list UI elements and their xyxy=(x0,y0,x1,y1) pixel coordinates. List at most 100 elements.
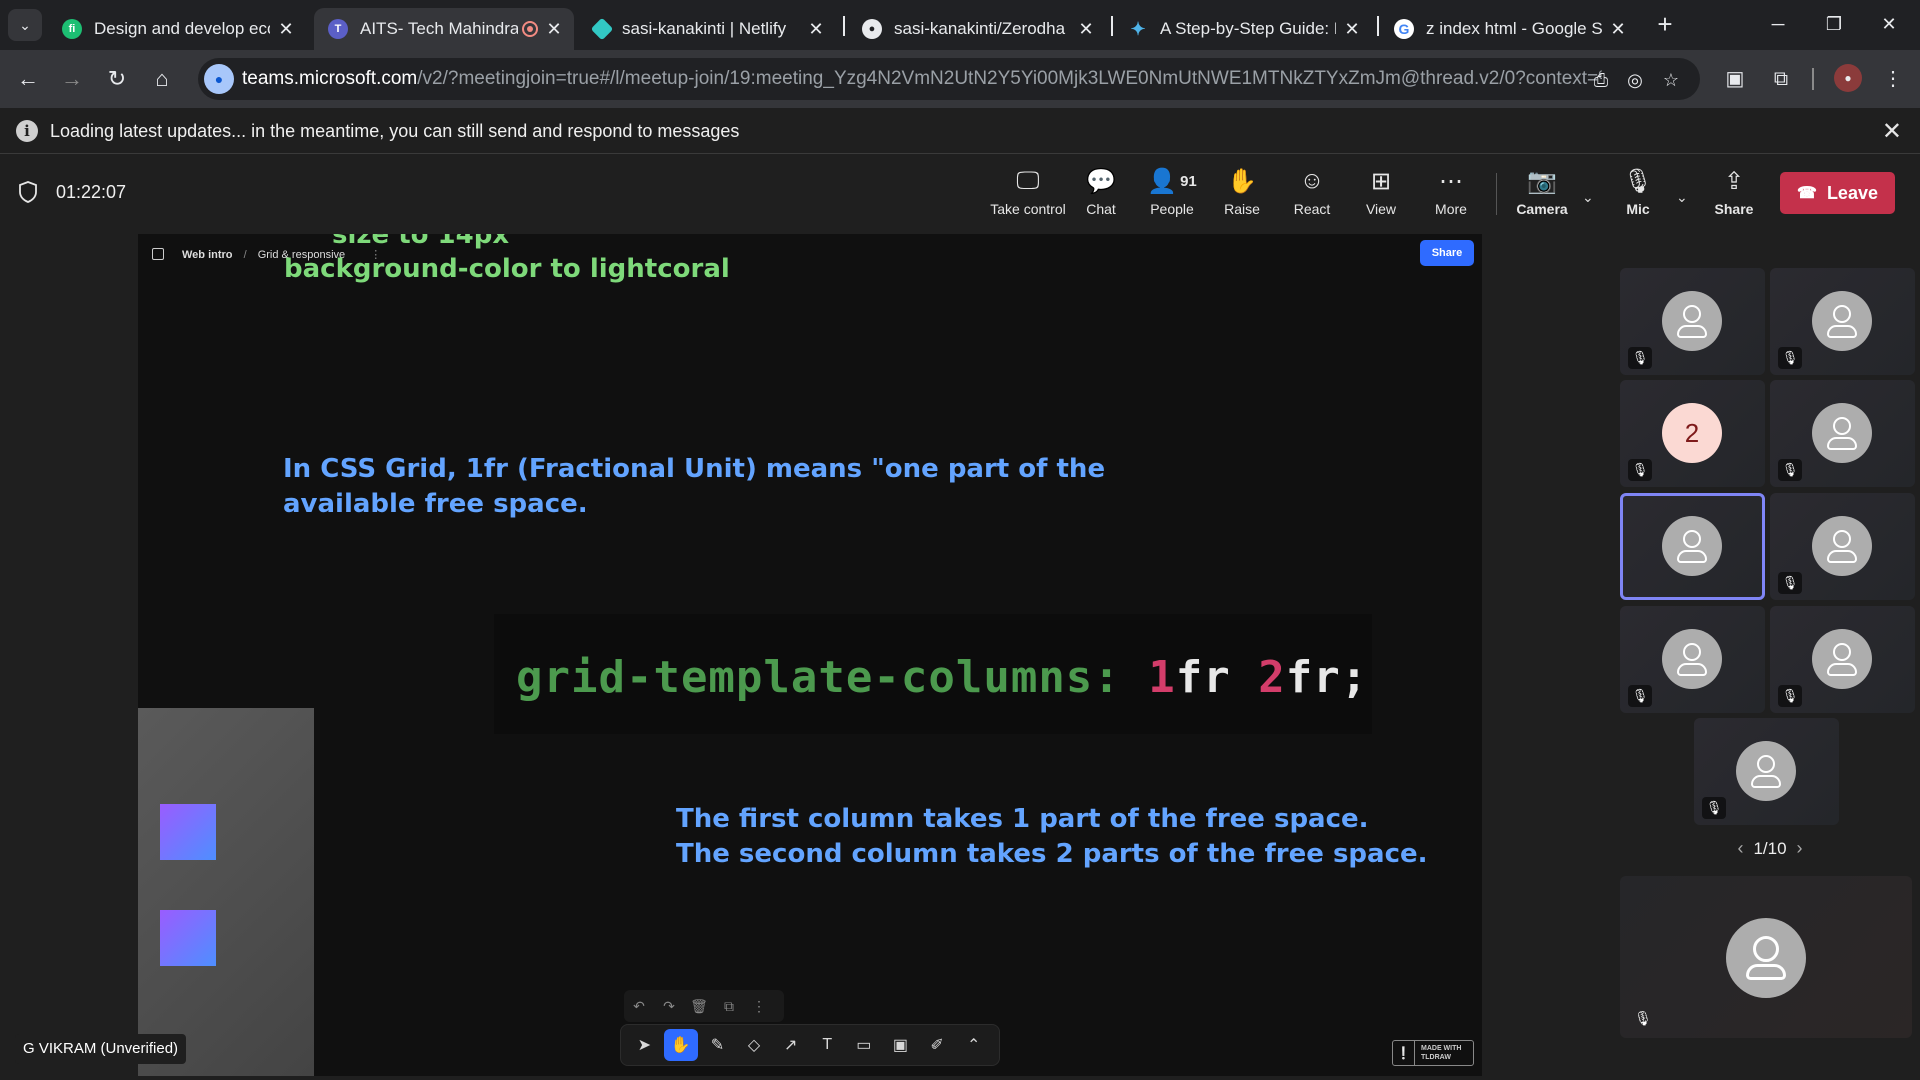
mic-muted-icon: 🎙 xyxy=(1778,459,1802,481)
avatar xyxy=(1662,291,1722,351)
participant-tile[interactable]: 🎙 xyxy=(1620,606,1765,713)
microphone-icon[interactable]: ● xyxy=(204,64,234,94)
chevron-right-icon[interactable]: › xyxy=(1797,838,1803,858)
toolbar-divider xyxy=(1496,173,1497,215)
participant-tile[interactable]: 🎙 xyxy=(1694,718,1839,825)
browser-tab-guide[interactable]: ✦ A Step-by-Step Guide: Dep ✕ xyxy=(1114,8,1372,50)
tab-separator xyxy=(1377,16,1379,36)
reload-icon: ↻ xyxy=(107,66,127,91)
restore-button[interactable]: ❐ xyxy=(1811,8,1857,40)
mic-muted-icon: 🎙 xyxy=(1778,572,1802,594)
close-tab-icon[interactable]: ✕ xyxy=(806,19,826,40)
browser-tab-teams[interactable]: T AITS- Tech Mahindra V ✕ xyxy=(314,8,574,50)
participant-tile[interactable]: 2 🎙 xyxy=(1620,380,1765,487)
browser-tab-github[interactable]: ● sasi-kanakinti/Zerodha ✕ xyxy=(848,8,1106,50)
minimize-button[interactable]: ─ xyxy=(1755,8,1801,40)
chevron-left-icon[interactable]: ‹ xyxy=(1737,838,1743,858)
avatar xyxy=(1736,741,1796,801)
browser-tab-fiverr[interactable]: fi Design and develop ecomm ✕ xyxy=(48,8,306,50)
browser-tab-google[interactable]: G z index html - Google Sear ✕ xyxy=(1380,8,1638,50)
column-line-1: The first column takes 1 part of the fre… xyxy=(676,804,1369,834)
self-video-tile[interactable]: 🎙 xyxy=(1620,876,1912,1038)
participant-tile[interactable]: 🎙 xyxy=(1770,493,1915,600)
camera-off-icon: 📷 xyxy=(1527,167,1557,195)
participant-tile[interactable]: 🎙 xyxy=(1770,606,1915,713)
preview-box xyxy=(160,804,216,860)
code-number-2: 2 xyxy=(1258,652,1286,703)
sidebar-toggle-icon xyxy=(152,248,164,260)
teams-icon: T xyxy=(328,19,348,39)
chat-icon: 💬 xyxy=(1086,167,1116,195)
tab-title: z index html - Google Sear xyxy=(1426,19,1602,38)
presenter-name-tag: G VIKRAM (Unverified) xyxy=(15,1034,187,1064)
participant-tile[interactable]: 🎙 xyxy=(1770,268,1915,375)
close-tab-icon[interactable]: ✕ xyxy=(1076,19,1096,40)
forward-button[interactable]: → xyxy=(56,63,88,95)
mic-muted-icon: 🎙 xyxy=(1634,1010,1652,1026)
more-button[interactable]: ⋯ More xyxy=(1432,163,1470,225)
back-button[interactable]: ← xyxy=(12,63,44,95)
arrow-tool-icon: ↗ xyxy=(783,1037,798,1054)
participant-tile-active[interactable] xyxy=(1620,493,1765,600)
more-vertical-icon: ⋮ xyxy=(752,998,766,1014)
reload-button[interactable]: ↻ xyxy=(101,63,133,95)
people-icon: 👤 91 xyxy=(1147,167,1197,195)
fiverr-icon: fi xyxy=(62,19,82,39)
grid-view-icon: ⊞ xyxy=(1370,167,1392,195)
close-window-button[interactable]: ✕ xyxy=(1866,8,1912,40)
url-text[interactable]: teams.microsoft.com/v2/?meetingjoin=true… xyxy=(242,68,1602,90)
participant-tile[interactable]: 🎙 xyxy=(1770,380,1915,487)
phone-hangup-icon: ☎ xyxy=(1797,185,1817,202)
profile-avatar[interactable]: ● xyxy=(1834,64,1862,92)
participant-tile[interactable]: 🎙 xyxy=(1620,268,1765,375)
whiteboard-share-button: Share xyxy=(1420,240,1474,266)
breadcrumb-root: Web intro xyxy=(182,249,233,261)
address-bar[interactable]: ● teams.microsoft.com/v2/?meetingjoin=tr… xyxy=(198,58,1700,100)
camera-button[interactable]: 📷 Camera xyxy=(1516,163,1568,225)
close-tab-icon[interactable]: ✕ xyxy=(276,19,296,40)
highlight-tool-icon: ✐ xyxy=(930,1037,944,1054)
smiley-icon: ☺ xyxy=(1299,167,1325,194)
new-tab-button[interactable]: + xyxy=(1650,10,1680,40)
preview-box xyxy=(160,910,216,966)
avatar xyxy=(1726,918,1806,998)
code-line: grid-template-columns: 1fr 2fr; xyxy=(516,652,1368,703)
raise-hand-button[interactable]: ✋ Raise xyxy=(1222,163,1262,225)
close-tab-icon[interactable]: ✕ xyxy=(544,19,564,40)
hand-icon: ✋ xyxy=(1227,167,1257,195)
take-control-button[interactable]: 🖵 Take control xyxy=(983,163,1073,225)
chat-button[interactable]: 💬 Chat xyxy=(1084,163,1118,225)
install-app-icon[interactable]: ⎙ xyxy=(1588,67,1614,93)
close-notification-icon[interactable]: ✕ xyxy=(1882,117,1902,146)
eye-off-icon[interactable]: ◎ xyxy=(1622,67,1648,93)
mic-button[interactable]: 🎙 Mic xyxy=(1620,163,1656,225)
chevron-down-icon: ⌄ xyxy=(19,16,31,33)
close-tab-icon[interactable]: ✕ xyxy=(1342,19,1362,40)
camera-label: Camera xyxy=(1516,201,1568,217)
chevron-up-icon: ⌃ xyxy=(966,1037,981,1054)
leave-button[interactable]: ☎ Leave xyxy=(1780,172,1895,214)
close-tab-icon[interactable]: ✕ xyxy=(1608,19,1628,40)
bookmark-star-icon[interactable]: ☆ xyxy=(1658,67,1684,93)
people-button[interactable]: 👤 91 People xyxy=(1144,163,1200,225)
note-tool-icon: ▭ xyxy=(856,1037,872,1054)
browser-tab-netlify[interactable]: sasi-kanakinti | Netlify ✕ xyxy=(580,8,836,50)
view-button[interactable]: ⊞ View xyxy=(1362,163,1400,225)
kebab-menu-icon[interactable]: ⋮ xyxy=(1878,64,1908,94)
page-indicator: 1/10 xyxy=(1753,839,1787,858)
puzzle-icon[interactable]: ⧉ xyxy=(1766,64,1796,94)
url-path: /v2/?meetingjoin=true#/l/meetup-join/19:… xyxy=(417,68,1602,89)
home-button[interactable]: ⌂ xyxy=(146,63,178,95)
react-button[interactable]: ☺ React xyxy=(1292,163,1332,225)
url-host: teams.microsoft.com xyxy=(242,68,418,89)
gallery-pager: ‹ 1/10 › xyxy=(1720,838,1820,859)
extension-icon[interactable]: ▣ xyxy=(1720,64,1750,94)
mic-muted-icon: 🎙 xyxy=(1778,685,1802,707)
tab-search-button[interactable]: ⌄ xyxy=(8,9,42,41)
camera-options-chevron-icon[interactable]: ⌄ xyxy=(1582,189,1594,206)
share-button[interactable]: ⇪ Share xyxy=(1714,163,1754,225)
mic-options-chevron-icon[interactable]: ⌄ xyxy=(1676,189,1688,206)
arrow-left-icon: ← xyxy=(17,66,39,91)
hand-tool-icon: ✋ xyxy=(663,1029,699,1061)
tab-title: sasi-kanakinti/Zerodha xyxy=(894,19,1066,38)
